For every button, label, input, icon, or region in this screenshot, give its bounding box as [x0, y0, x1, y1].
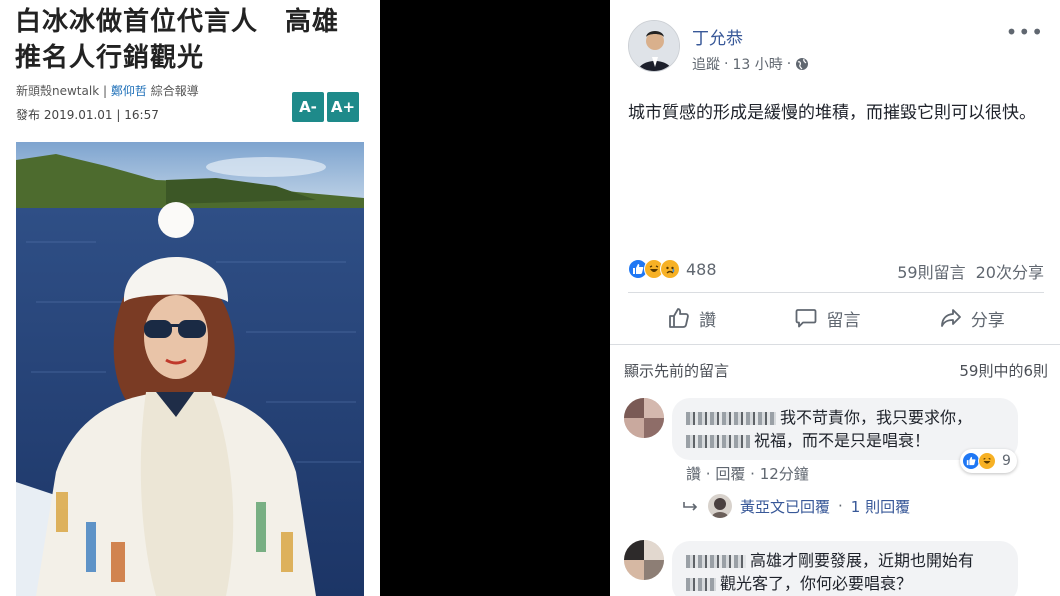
thumbs-up-icon	[669, 308, 689, 328]
follow-link[interactable]: 追蹤	[692, 54, 720, 74]
font-larger-icon: A+	[330, 98, 356, 116]
engagement-counts: 59則留言 20次分享	[897, 259, 1044, 283]
view-replies-link[interactable]: 黃亞文已回覆 · 1 則回覆	[682, 494, 910, 518]
report-type: 綜合報導	[150, 84, 199, 98]
comment-bubble: 高雄才剛要發展，近期也開始有 觀光客了，你何必要唱衰？	[672, 541, 1018, 596]
post-meta: 追蹤 · 13 小時 ·	[692, 54, 809, 74]
like-button[interactable]: 讚	[667, 304, 716, 332]
reply-author-text: 黃亞文已回覆	[740, 497, 831, 516]
headline-line-1: 白冰冰做首位代言人 高雄	[15, 7, 340, 37]
reaction-count: 488	[686, 259, 717, 279]
author-avatar-image	[629, 21, 679, 71]
comment-reaction-count: 9	[1002, 453, 1011, 469]
reactions-summary[interactable]: 488	[628, 258, 717, 280]
facebook-post-panel: 丁允恭 追蹤 · 13 小時 · ••• 城市質感的形成是緩慢的堆積，而摧毀它則…	[610, 0, 1060, 596]
comment-text-line-2: 祝福，而不是只是唱衰！	[754, 431, 931, 450]
post-text: 城市質感的形成是緩慢的堆積，而摧毀它則可以很快。	[628, 103, 1036, 123]
author-avatar[interactable]	[628, 20, 680, 72]
meta-dot: ·	[838, 497, 843, 515]
shares-count-link[interactable]: 20次分享	[976, 259, 1044, 283]
comment-text-line-1: 高雄才剛要發展，近期也開始有	[750, 551, 975, 570]
comment-line-2: 祝福，而不是只是唱衰！	[686, 429, 1004, 452]
font-smaller-icon: A-	[299, 98, 317, 116]
post-author-name[interactable]: 丁允恭	[692, 24, 743, 49]
comment-reply-link[interactable]: 回覆	[715, 465, 745, 483]
comment-line-1: 高雄才剛要發展，近期也開始有	[686, 549, 1004, 572]
blurred-commenter-name[interactable]	[686, 555, 746, 568]
byline-separator: |	[102, 84, 108, 98]
meta-dot: ·	[705, 465, 711, 483]
publish-time: 16:57	[124, 108, 159, 122]
publish-date: 2019.01.01	[43, 108, 113, 122]
commenter-avatar[interactable]	[624, 398, 664, 438]
post-options-button[interactable]: •••	[1006, 20, 1044, 44]
source-label: 新頭殼newtalk	[16, 84, 100, 98]
comment-bubble-icon	[796, 309, 817, 328]
comment-text-line-1: 我不苛責你，我只要求你，	[780, 408, 973, 427]
post-action-bar: 讚 留言 分享	[628, 304, 1044, 332]
publish-info: 發布 2019.01.01 | 16:57	[16, 106, 159, 123]
haha-reaction-icon	[978, 452, 996, 470]
show-previous-comments-link[interactable]: 顯示先前的留言	[624, 360, 729, 382]
comment-button[interactable]: 留言	[794, 304, 860, 332]
news-article-panel: 白冰冰做首位代言人 高雄 推名人行銷觀光 新頭殼newtalk | 鄭仰哲 綜合…	[0, 0, 380, 596]
black-divider	[380, 0, 610, 596]
blurred-text	[686, 435, 750, 448]
blurred-text	[686, 578, 716, 591]
reply-author-avatar	[708, 494, 732, 518]
comments-range: 59則中的6則	[959, 362, 1048, 380]
author-link[interactable]: 鄭仰哲	[111, 84, 147, 98]
article-byline: 新頭殼newtalk | 鄭仰哲 綜合報導	[16, 82, 199, 99]
comment-timestamp[interactable]: 12分鐘	[760, 465, 809, 483]
divider	[628, 292, 1044, 293]
pixelated-avatar-image	[624, 398, 664, 438]
article-photo	[16, 142, 364, 596]
publish-separator: |	[116, 108, 121, 122]
like-button-label: 讚	[699, 310, 717, 331]
comment-actions: 讚 · 回覆 · 12分鐘	[686, 463, 809, 484]
comment-reactions[interactable]: 9	[960, 449, 1017, 473]
reply-arrow-icon	[683, 502, 698, 511]
comments-header: 顯示先前的留言 59則中的6則	[624, 360, 1048, 382]
font-smaller-button[interactable]: A-	[292, 92, 324, 122]
meta-dot: ·	[750, 465, 755, 483]
photo-woman-lake-image	[16, 142, 364, 596]
share-button[interactable]: 分享	[939, 304, 1005, 332]
share-arrow-icon	[940, 309, 961, 327]
publish-label: 發布	[16, 108, 41, 122]
article-headline[interactable]: 白冰冰做首位代言人 高雄 推名人行銷觀光	[15, 4, 370, 76]
pixelated-avatar-image	[624, 540, 664, 580]
comment-button-label: 留言	[826, 310, 861, 331]
meta-dot: ·	[786, 56, 792, 72]
meta-dot: ·	[724, 56, 729, 72]
reply-count: 1 則回覆	[850, 497, 911, 516]
globe-icon	[796, 58, 809, 70]
share-button-label: 分享	[970, 310, 1005, 331]
comments-count-link[interactable]: 59則留言	[897, 259, 965, 283]
blurred-commenter-name[interactable]	[686, 412, 776, 425]
comment-like-link[interactable]: 讚	[686, 465, 701, 483]
font-larger-button[interactable]: A+	[327, 92, 359, 122]
commenter-avatar[interactable]	[624, 540, 664, 580]
comment-line-1: 我不苛責你，我只要求你，	[686, 406, 1004, 429]
comment-text-line-2: 觀光客了，你何必要唱衰？	[720, 574, 913, 593]
headline-line-2: 推名人行銷觀光	[15, 43, 205, 73]
sad-reaction-icon	[660, 259, 680, 279]
post-timestamp[interactable]: 13 小時	[732, 54, 782, 74]
divider	[610, 344, 1060, 345]
comment-line-2: 觀光客了，你何必要唱衰？	[686, 572, 1004, 595]
